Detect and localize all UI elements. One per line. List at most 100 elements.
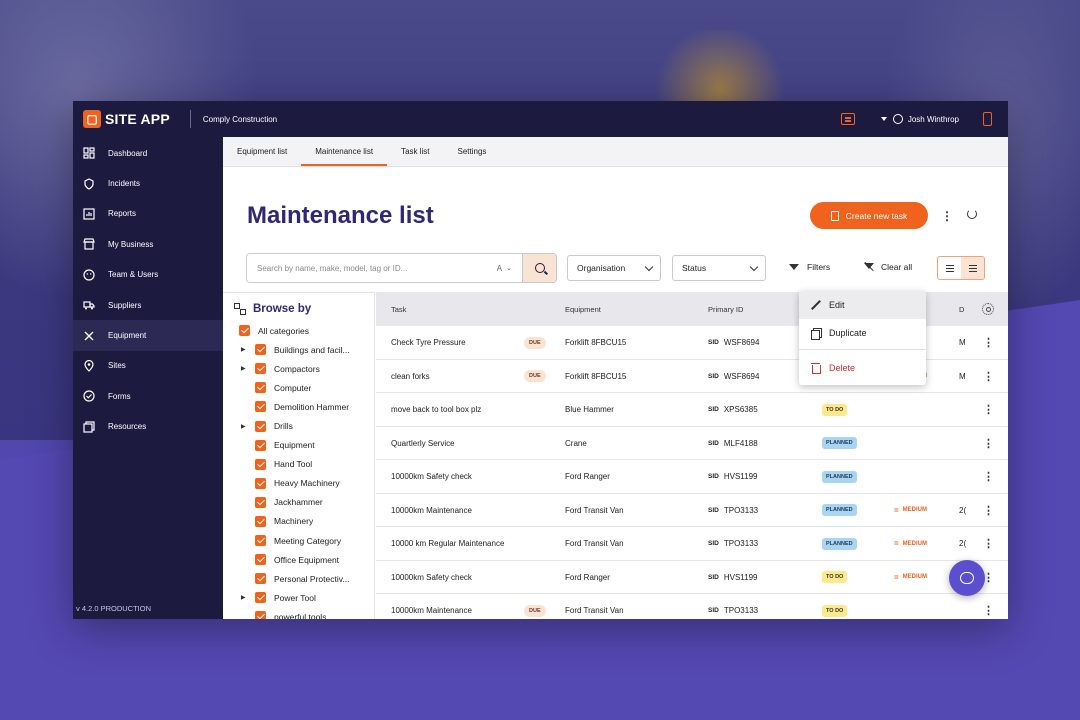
chevron-right-icon[interactable]: ▶: [241, 365, 249, 372]
category-item[interactable]: ▶Demolition Hammer: [223, 397, 374, 416]
sidebar-item-reports[interactable]: Reports: [73, 199, 223, 229]
company-name: Comply Construction: [202, 114, 278, 124]
text-type-icon[interactable]: A: [497, 264, 502, 273]
checkbox[interactable]: [255, 458, 266, 470]
refresh-icon[interactable]: [967, 209, 977, 219]
sidebar-item-equipment[interactable]: Equipment: [73, 320, 223, 351]
clear-all-button[interactable]: Clear all: [864, 262, 912, 272]
category-item[interactable]: ▶Meeting Category: [223, 531, 374, 550]
checkbox[interactable]: [255, 363, 266, 375]
sidebar-item-sites[interactable]: Sites: [73, 351, 223, 381]
category-item[interactable]: ▶Computer: [223, 378, 374, 397]
category-item[interactable]: ▶ Drills: [223, 416, 374, 435]
sidebar-item-my-business[interactable]: My Business: [73, 229, 223, 259]
category-all[interactable]: All categories: [223, 321, 374, 340]
sidebar-item-forms[interactable]: Forms: [73, 381, 223, 411]
checkbox[interactable]: [255, 420, 266, 432]
compact-view-button[interactable]: [961, 257, 984, 279]
column-header[interactable]: Equipment: [565, 305, 601, 314]
category-item[interactable]: ▶ Compactors: [223, 359, 374, 378]
search-input[interactable]: [247, 254, 497, 282]
table-row[interactable]: 10000km Maintenance Ford Transit Van SID TP…: [376, 494, 1008, 528]
category-item[interactable]: ▶powerful tools: [223, 607, 374, 619]
checkbox[interactable]: [255, 344, 266, 356]
category-item[interactable]: ▶Equipment: [223, 436, 374, 455]
table-row[interactable]: 10000 km Regular Maintenance Ford Transit…: [376, 527, 1008, 561]
column-header[interactable]: D: [959, 305, 964, 314]
menu-divider: [799, 349, 926, 350]
sidebar-item-incidents[interactable]: Incidents: [73, 168, 223, 198]
checkbox[interactable]: [255, 382, 266, 394]
tab-equipment-list[interactable]: Equipment list: [223, 136, 301, 166]
search-button[interactable]: [522, 254, 556, 282]
edit-menu-item[interactable]: Edit: [799, 291, 926, 319]
list-icon: [968, 264, 977, 272]
category-item[interactable]: ▶Jackhammer: [223, 493, 374, 512]
table-row[interactable]: 10000km Safety check Ford Ranger SID HVS119…: [376, 561, 1008, 594]
sidebar-item-team-users[interactable]: Team & Users: [73, 260, 223, 290]
tab-maintenance-list[interactable]: Maintenance list: [301, 136, 387, 166]
more-options-icon[interactable]: ⋮: [941, 209, 953, 223]
create-task-button[interactable]: Create new task: [810, 202, 928, 229]
chevron-right-icon[interactable]: ▶: [241, 594, 249, 601]
chevron-down-icon: [749, 262, 759, 271]
app-logo[interactable]: ▢ SITE APP: [83, 109, 170, 129]
duplicate-menu-item[interactable]: Duplicate: [799, 319, 926, 347]
tools-icon: [83, 330, 95, 342]
checkbox[interactable]: [255, 554, 266, 566]
list-view-button[interactable]: [938, 257, 961, 279]
category-item[interactable]: ▶ Buildings and facil...: [223, 340, 374, 359]
organisation-select[interactable]: Organisation: [567, 255, 661, 281]
user-menu[interactable]: Josh Winthrop: [880, 114, 959, 124]
checkbox[interactable]: [255, 439, 266, 451]
row-more-icon[interactable]: ⋮: [983, 494, 994, 528]
row-more-icon[interactable]: ⋮: [983, 427, 994, 461]
checkbox[interactable]: [255, 535, 266, 547]
table-row[interactable]: move back to tool box plz Blue Hammer SID X…: [376, 393, 1008, 427]
table-row[interactable]: Quartlerly Service Crane SID MLF4188 PLANNED…: [376, 427, 1008, 461]
filters-button[interactable]: Filters: [789, 262, 830, 272]
status-select[interactable]: Status: [672, 255, 766, 281]
checkbox[interactable]: [239, 325, 250, 337]
checkbox[interactable]: [255, 592, 266, 604]
sidebar-item-resources[interactable]: Resources: [73, 412, 223, 442]
primary-id: XPS6385: [723, 405, 758, 415]
row-more-icon[interactable]: ⋮: [983, 326, 994, 360]
checkbox[interactable]: [255, 496, 266, 508]
column-header[interactable]: Task: [391, 305, 406, 314]
row-more-icon[interactable]: ⋮: [983, 360, 994, 394]
column-header[interactable]: Primary ID: [708, 305, 743, 314]
task-name: 10000km Maintenance: [391, 606, 472, 616]
row-more-icon[interactable]: ⋮: [983, 460, 994, 494]
table-row[interactable]: 10000km Maintenance DUE Ford Transit Van SI…: [376, 594, 1008, 619]
chat-icon[interactable]: [840, 113, 855, 125]
help-chat-button[interactable]: [949, 560, 985, 596]
category-item[interactable]: ▶ Power Tool: [223, 588, 374, 607]
tab-task-list[interactable]: Task list: [387, 136, 443, 166]
gear-icon[interactable]: [982, 303, 994, 315]
checkbox[interactable]: [255, 401, 266, 413]
category-item[interactable]: ▶Personal Protectiv...: [223, 569, 374, 588]
checkbox[interactable]: [255, 477, 266, 489]
category-item[interactable]: ▶Machinery: [223, 512, 374, 531]
category-item[interactable]: ▶Hand Tool: [223, 455, 374, 474]
row-more-icon[interactable]: ⋮: [983, 393, 994, 427]
delete-menu-item[interactable]: Delete: [799, 354, 926, 382]
checkbox[interactable]: [255, 573, 266, 585]
sidebar-item-dashboard[interactable]: Dashboard: [73, 138, 223, 168]
chevron-right-icon[interactable]: ▶: [241, 423, 249, 430]
row-more-icon[interactable]: ⋮: [983, 527, 994, 561]
sid-label: SID: [708, 473, 719, 481]
checkbox[interactable]: [255, 611, 266, 619]
table-row[interactable]: 10000km Safety check Ford Ranger SID HVS119…: [376, 460, 1008, 494]
tab-settings[interactable]: Settings: [444, 136, 501, 166]
chevron-right-icon[interactable]: ▶: [241, 346, 249, 353]
category-item[interactable]: ▶Office Equipment: [223, 550, 374, 569]
category-item[interactable]: ▶Heavy Machinery: [223, 474, 374, 493]
checkbox[interactable]: [255, 515, 266, 527]
sidebar-item-suppliers[interactable]: Suppliers: [73, 290, 223, 320]
row-more-icon[interactable]: ⋮: [983, 594, 994, 619]
chevron-down-icon[interactable]: ⌄: [506, 264, 512, 272]
phone-icon[interactable]: [983, 112, 992, 126]
trash-icon: [811, 363, 821, 374]
